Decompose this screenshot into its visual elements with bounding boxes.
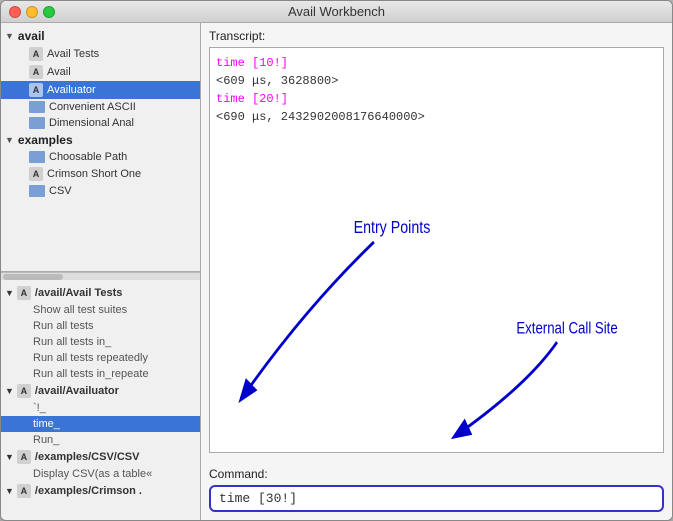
label-section-crimson: /examples/Crimson . [35,485,142,497]
window-title: Avail Workbench [288,4,385,19]
tree-item-avail-tests[interactable]: A Avail Tests [1,45,200,63]
icon-a-section-avail-tests: A [17,286,31,300]
icon-a-avail-tests: A [29,47,43,61]
label-section-csv: /examples/CSV/CSV [35,451,140,463]
minimize-button[interactable] [26,6,38,18]
item-run-all-tests-repeatedly[interactable]: Run all tests repeatedly [1,350,200,366]
main-window: Avail Workbench ▼ avail A Avail Tests A … [0,0,673,521]
section-avail-tests[interactable]: ▼ A /avail/Avail Tests [1,284,200,302]
tree-item-csv[interactable]: CSV [1,183,200,199]
transcript-line-2: time [20!] [216,90,657,108]
icon-folder-choosable [29,151,45,163]
label-section-avail-tests: /avail/Avail Tests [35,287,122,299]
label-crimson: Crimson Short One [47,168,141,180]
triangle-section-avail-tests: ▼ [5,288,14,298]
group-examples[interactable]: ▼ examples [1,131,200,149]
transcript-area: Transcript: time [10!] <609 μs, 3628800>… [201,23,672,461]
group-avail-label: avail [18,29,45,43]
top-tree-scrollbar[interactable] [1,272,200,280]
maximize-button[interactable] [43,6,55,18]
tree-item-convenient-ascii[interactable]: Convenient ASCII [1,99,200,115]
icon-folder-convenient-ascii [29,101,45,113]
triangle-examples: ▼ [5,135,14,145]
tree-item-avail[interactable]: A Avail [1,63,200,81]
triangle-avail: ▼ [5,31,14,41]
icon-a-availuator: A [29,83,43,97]
transcript-line-1: <609 μs, 3628800> [216,72,657,90]
label-convenient-ascii: Convenient ASCII [49,101,136,113]
tree-item-availuator[interactable]: A Availuator [1,81,200,99]
label-csv: CSV [49,185,72,197]
triangle-section-csv: ▼ [5,452,14,462]
icon-a-crimson: A [29,167,43,181]
command-label: Command: [209,467,664,481]
section-csv[interactable]: ▼ A /examples/CSV/CSV [1,448,200,466]
item-run-all-tests-in-repeat[interactable]: Run all tests in_repeate [1,366,200,382]
label-avail-tests: Avail Tests [47,48,99,60]
tree-item-choosable-path[interactable]: Choosable Path [1,149,200,165]
item-run-all-tests-in[interactable]: Run all tests in_ [1,334,200,350]
right-panel: Transcript: time [10!] <609 μs, 3628800>… [201,23,672,520]
group-examples-label: examples [18,133,73,147]
transcript-box[interactable]: time [10!] <609 μs, 3628800> time [20!] … [209,47,664,453]
section-crimson[interactable]: ▼ A /examples/Crimson . [1,482,200,500]
label-section-availuator: /avail/Availuator [35,385,119,397]
top-tree-scrollbar-thumb[interactable] [3,274,63,280]
command-area: Command: [201,461,672,520]
item-backtick-exclaim[interactable]: `!_ [1,400,200,416]
icon-a-section-crimson: A [17,484,31,498]
main-content: ▼ avail A Avail Tests A Avail A Availuat… [1,23,672,520]
traffic-lights [9,6,55,18]
tree-item-crimson[interactable]: A Crimson Short One [1,165,200,183]
title-bar: Avail Workbench [1,1,672,23]
item-show-all-test-suites[interactable]: Show all test suites [1,302,200,318]
transcript-label: Transcript: [209,29,664,43]
icon-folder-dimensional [29,117,45,129]
transcript-line-0: time [10!] [216,54,657,72]
tree-item-dimensional-anal[interactable]: Dimensional Anal [1,115,200,131]
section-availuator[interactable]: ▼ A /avail/Availuator [1,382,200,400]
triangle-section-availuator: ▼ [5,386,14,396]
tree-top[interactable]: ▼ avail A Avail Tests A Avail A Availuat… [1,23,200,272]
icon-a-avail: A [29,65,43,79]
label-dimensional-anal: Dimensional Anal [49,117,134,129]
item-run-underscore[interactable]: Run_ [1,432,200,448]
left-bottom-wrapper: ▼ A /avail/Avail Tests Show all test sui… [1,280,200,520]
label-avail: Avail [47,66,71,78]
close-button[interactable] [9,6,21,18]
group-avail[interactable]: ▼ avail [1,27,200,45]
item-display-csv[interactable]: Display CSV(as a table« [1,466,200,482]
icon-folder-csv [29,185,45,197]
left-panel: ▼ avail A Avail Tests A Avail A Availuat… [1,23,201,520]
tree-bottom[interactable]: ▼ A /avail/Avail Tests Show all test sui… [1,280,200,520]
icon-a-section-csv: A [17,450,31,464]
command-input[interactable] [209,485,664,512]
item-run-all-tests[interactable]: Run all tests [1,318,200,334]
triangle-section-crimson: ▼ [5,486,14,496]
item-time-underscore[interactable]: time_ [1,416,200,432]
transcript-line-3: <690 μs, 2432902008176640000> [216,108,657,126]
label-choosable-path: Choosable Path [49,151,127,163]
icon-a-section-availuator: A [17,384,31,398]
label-availuator: Availuator [47,84,96,96]
